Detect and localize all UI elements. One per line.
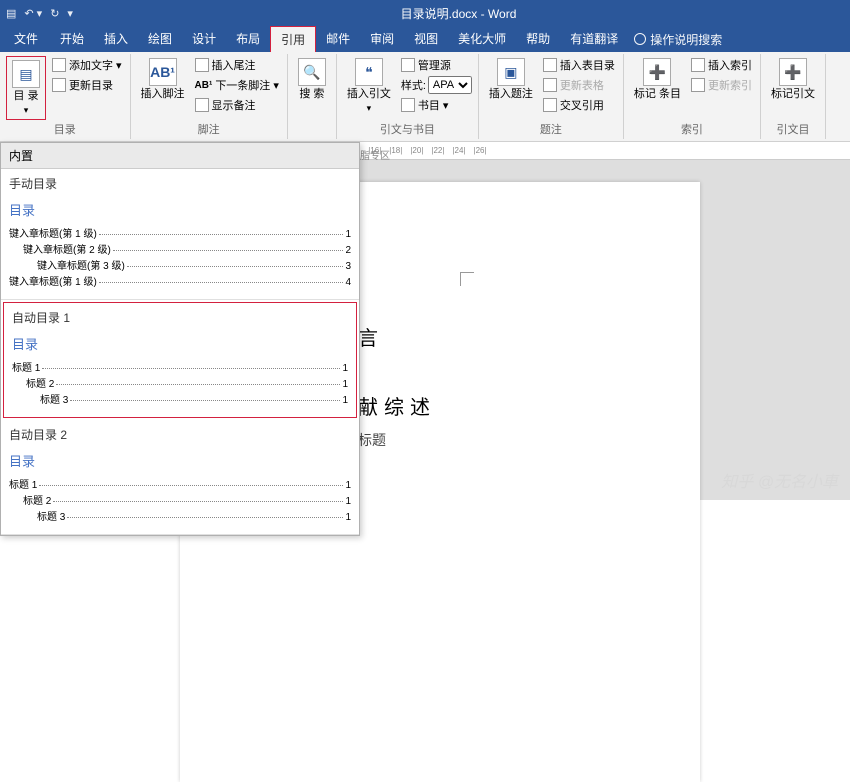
group-captions: ▣ 插入题注 插入表目录 更新表格 交叉引用 题注 [479,54,624,139]
add-text-icon [52,58,66,72]
insert-table-figures-button[interactable]: 插入表目录 [541,56,617,74]
insert-index-icon [691,58,705,72]
tab-insert[interactable]: 插入 [94,26,138,52]
toc-preview-line: 标题 31 [12,391,348,406]
tab-view[interactable]: 视图 [404,26,448,52]
toc-icon: ▤ [12,60,40,88]
toc-option-auto1[interactable]: 自动目录 1 目录 标题 11标题 21标题 31 [3,302,357,418]
manage-sources-button[interactable]: 管理源 [399,56,472,74]
toc-option-auto2[interactable]: 自动目录 2 目录 标题 11标题 21标题 31 [1,420,359,535]
group-cite-mark: ➕ 标记引文 引文目 [761,54,826,139]
margin-corner-icon [460,272,474,286]
group-footnotes: AB¹ 插入脚注 插入尾注 AB¹下一条脚注 ▾ 显示备注 脚注 [131,54,288,139]
toc-preview-line: 键入章标题(第 3 级)3 [9,257,351,272]
toc-option-manual[interactable]: 手动目录 目录 键入章标题(第 1 级)1键入章标题(第 2 级)2键入章标题(… [1,169,359,300]
insert-citation-button[interactable]: ❝ 插入引文 ▾ [343,56,395,116]
toc-button[interactable]: ▤ 目 录 ▾ [8,58,44,118]
undo-icon[interactable]: ↶ ▾ [24,7,42,20]
update-icon [52,78,66,92]
citation-icon: ❝ [355,58,383,86]
update-table-icon [543,78,557,92]
cross-reference-button[interactable]: 交叉引用 [541,96,617,114]
search-button[interactable]: 🔍 搜 索 [294,56,330,103]
toc-preview-line: 键入章标题(第 2 级)2 [9,241,351,256]
toc-gallery-dropdown: 内置 手动目录 目录 键入章标题(第 1 级)1键入章标题(第 2 级)2键入章… [0,142,360,536]
tab-draw[interactable]: 绘图 [138,26,182,52]
section-label: 脂专区 [360,147,390,162]
next-footnote-button[interactable]: AB¹下一条脚注 ▾ [193,76,281,94]
crossref-icon [543,98,557,112]
dropdown-builtin-header: 内置 [1,143,359,169]
toc-preview-line: 标题 11 [12,359,348,374]
menu-bar: 文件 开始 插入 绘图 设计 布局 引用 邮件 审阅 视图 美化大师 帮助 有道… [0,26,850,52]
ribbon: ▤ 目 录 ▾ 添加文字 ▾ 更新目录 目录 AB¹ 插入脚注 插入尾注 AB¹… [0,52,850,142]
tab-beautify[interactable]: 美化大师 [448,26,516,52]
mark-citation-button[interactable]: ➕ 标记引文 [767,56,819,103]
bibliography-button[interactable]: 书目 ▾ [399,96,472,114]
update-index-icon [691,78,705,92]
show-notes-button[interactable]: 显示备注 [193,96,281,114]
tell-me-search[interactable]: 操作说明搜索 [634,31,722,48]
endnote-icon [195,58,209,72]
redo-icon[interactable]: ↻ [50,7,59,20]
tab-youdao[interactable]: 有道翻译 [560,26,628,52]
update-index-button[interactable]: 更新索引 [689,76,754,94]
toc-preview-line: 标题 21 [12,375,348,390]
group-citations: ❝ 插入引文 ▾ 管理源 样式: APA 书目 ▾ 引文与书目 [337,54,479,139]
tab-file[interactable]: 文件 [4,26,48,52]
group-index: ➕ 标记 条目 插入索引 更新索引 索引 [624,54,761,139]
group-toc: ▤ 目 录 ▾ 添加文字 ▾ 更新目录 目录 [0,54,131,139]
tab-review[interactable]: 审阅 [360,26,404,52]
update-toc-button[interactable]: 更新目录 [50,76,124,94]
chevron-down-icon: ▾ [24,105,29,116]
qat-more-icon[interactable]: ▾ [67,7,73,20]
manage-icon [401,58,415,72]
toc-preview-line: 键入章标题(第 1 级)1 [9,225,351,240]
caption-icon: ▣ [497,58,525,86]
tab-help[interactable]: 帮助 [516,26,560,52]
insert-index-button[interactable]: 插入索引 [689,56,754,74]
biblio-icon [401,98,415,112]
tab-mailings[interactable]: 邮件 [316,26,360,52]
chevron-down-icon: ▾ [367,103,372,114]
toc-preview-line: 标题 31 [9,508,351,523]
footnote-icon: AB¹ [149,58,177,86]
insert-endnote-button[interactable]: 插入尾注 [193,56,281,74]
add-text-button[interactable]: 添加文字 ▾ [50,56,124,74]
show-notes-icon [195,98,209,112]
tab-references[interactable]: 引用 [270,26,316,52]
save-icon[interactable]: ▤ [6,7,16,20]
lightbulb-icon [634,33,646,45]
workspace: 内置 手动目录 目录 键入章标题(第 1 级)1键入章标题(第 2 级)2键入章… [0,142,850,500]
doc-subheading: （一）标题 [316,430,650,450]
insert-caption-button[interactable]: ▣ 插入题注 [485,56,537,103]
document-title: 目录说明.docx - Word [73,5,844,22]
table-fig-icon [543,58,557,72]
insert-footnote-button[interactable]: AB¹ 插入脚注 [137,56,189,103]
mark-entry-icon: ➕ [643,58,671,86]
mark-citation-icon: ➕ [779,58,807,86]
tab-design[interactable]: 设计 [182,26,226,52]
title-bar: ▤ ↶ ▾ ↻ ▾ 目录说明.docx - Word [0,0,850,26]
toc-preview-line: 键入章标题(第 1 级)4 [9,273,351,288]
search-icon: 🔍 [298,58,326,86]
toc-preview-line: 标题 11 [9,476,351,491]
tab-layout[interactable]: 布局 [226,26,270,52]
citation-style-select[interactable]: 样式: APA [399,76,472,94]
group-research: 🔍 搜 索 [288,54,337,139]
update-table-button[interactable]: 更新表格 [541,76,617,94]
watermark-text: 知乎 @无名小車 [721,468,838,492]
mark-entry-button[interactable]: ➕ 标记 条目 [630,56,685,103]
tab-home[interactable]: 开始 [50,26,94,52]
quick-access-toolbar: ▤ ↶ ▾ ↻ ▾ [6,7,73,20]
